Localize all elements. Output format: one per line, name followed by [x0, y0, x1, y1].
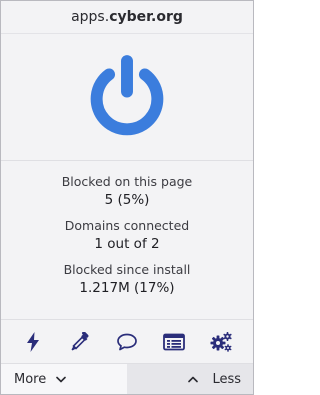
popup-panel: apps. cyber.org Blocked on this page 5 (5… [0, 0, 254, 395]
logger-list-icon [163, 333, 186, 351]
element-picker-button[interactable] [67, 329, 93, 355]
toolbar [1, 319, 253, 364]
stat-domains-connected: Domains connected 1 out of 2 [1, 217, 253, 254]
less-label: Less [212, 371, 241, 387]
chevron-down-icon [56, 376, 67, 382]
dashboard-button[interactable] [208, 329, 234, 355]
stat-label: Blocked on this page [61, 174, 193, 189]
power-area [1, 34, 253, 161]
stats-section: Blocked on this page 5 (5%) Domains conn… [1, 161, 253, 298]
lightning-icon [26, 332, 39, 352]
hostname-header: apps. cyber.org [1, 1, 253, 34]
footer: More Less [1, 363, 253, 394]
eyedropper-icon [71, 332, 89, 351]
stat-value: 5 (5%) [104, 192, 150, 208]
less-button[interactable]: Less [127, 364, 253, 394]
hostname-domain: cyber.org [109, 9, 183, 25]
hostname-prefix: apps. [71, 9, 110, 25]
more-button[interactable]: More [1, 364, 127, 394]
stat-value: 1 out of 2 [94, 236, 160, 252]
speech-bubble-icon [117, 333, 137, 351]
stat-blocked-install: Blocked since install 1.217M (17%) [1, 261, 253, 298]
stat-label: Blocked since install [63, 262, 191, 277]
element-zapper-button[interactable] [20, 329, 46, 355]
stat-label: Domains connected [64, 218, 190, 233]
chevron-up-icon [188, 376, 199, 382]
more-label: More [14, 371, 47, 387]
stat-blocked-page: Blocked on this page 5 (5%) [1, 173, 253, 210]
gears-icon [210, 332, 232, 352]
logger-button[interactable] [161, 329, 187, 355]
report-issue-button[interactable] [114, 329, 140, 355]
stat-value: 1.217M (17%) [79, 280, 175, 296]
power-icon[interactable] [81, 51, 173, 143]
